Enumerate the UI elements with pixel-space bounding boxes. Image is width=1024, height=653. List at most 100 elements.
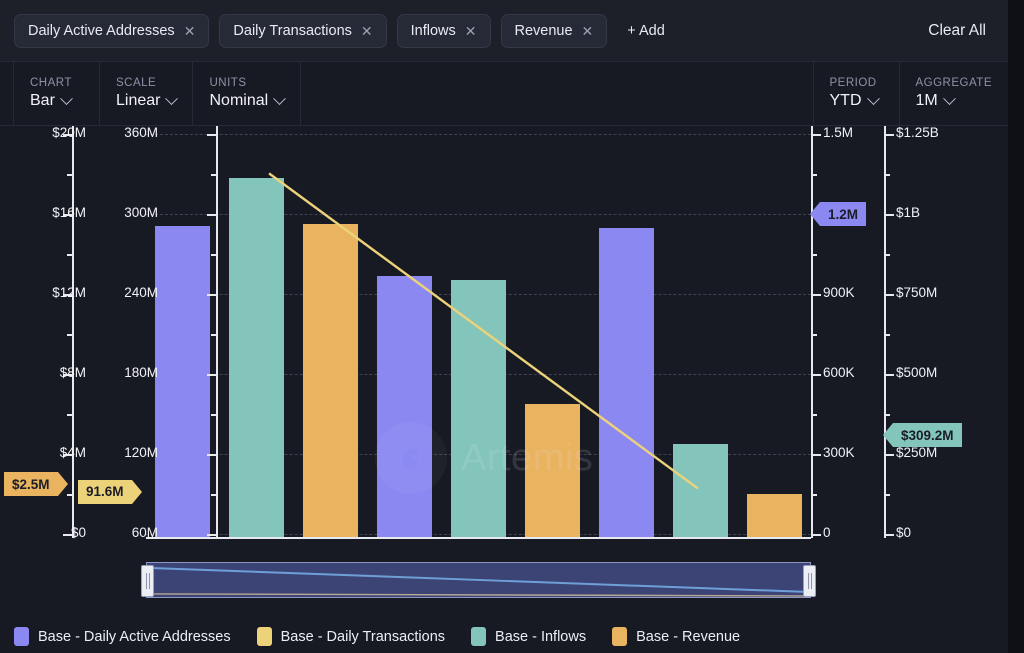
- axis-tick: [812, 374, 821, 376]
- chevron-down-icon: [867, 92, 880, 105]
- close-icon[interactable]: ✕: [582, 24, 594, 38]
- chart-legend: Base - Daily Active Addresses Base - Dail…: [0, 620, 1008, 653]
- legend-item[interactable]: Base - Inflows: [471, 627, 586, 646]
- y-axis-inflows: $1.25B$1B$750M$500M$250M$0: [884, 126, 1008, 538]
- axis-spine: [884, 126, 886, 538]
- metric-chip-bar: Daily Active Addresses ✕ Daily Transacti…: [0, 0, 1008, 62]
- axis-marker-inflows: $309.2M: [893, 423, 962, 447]
- metric-chip-revenue[interactable]: Revenue ✕: [501, 14, 608, 48]
- legend-label: Base - Inflows: [495, 629, 586, 645]
- axis-tick-label: $1B: [896, 205, 920, 220]
- axis-tick: [812, 134, 821, 136]
- chevron-down-icon: [943, 92, 956, 105]
- range-slider-handle-left[interactable]: [141, 565, 154, 597]
- add-metric-button[interactable]: + Add: [619, 23, 673, 39]
- scale-selector[interactable]: SCALE Linear: [100, 62, 193, 125]
- axis-minor-tick: [812, 254, 817, 256]
- axis-tick: [207, 454, 216, 456]
- axis-tick: [885, 214, 894, 216]
- axis-marker-label: $2.5M: [12, 477, 50, 492]
- axis-tick-label: 900K: [823, 285, 855, 300]
- axis-tick: [885, 294, 894, 296]
- metric-chip-daily-active-addresses[interactable]: Daily Active Addresses ✕: [14, 14, 209, 48]
- range-slider[interactable]: [146, 562, 811, 598]
- axis-marker-revenue: $2.5M: [4, 472, 58, 496]
- axis-tick: [885, 534, 894, 536]
- axis-tick: [885, 374, 894, 376]
- aggregate-value-text: 1M: [916, 92, 938, 110]
- axis-spine: [216, 126, 218, 538]
- axis-tick-label: 60M: [132, 525, 158, 540]
- right-gutter: [1008, 0, 1024, 653]
- metric-chip-label: Inflows: [411, 23, 456, 39]
- legend-swatch: [612, 627, 627, 646]
- metric-chip-label: Daily Active Addresses: [28, 23, 175, 39]
- axis-minor-tick: [885, 254, 890, 256]
- axis-tick-label: $0: [896, 525, 911, 540]
- axis-tick-label: 1.5M: [823, 125, 853, 140]
- bar[interactable]: [673, 444, 728, 538]
- range-slider-preview: [147, 563, 810, 599]
- axis-tick-label: $1.25B: [896, 125, 939, 140]
- axis-marker-daily-transactions: 91.6M: [78, 480, 132, 504]
- axis-spine: [811, 126, 813, 538]
- chevron-down-icon: [273, 92, 286, 105]
- legend-item[interactable]: Base - Revenue: [612, 627, 740, 646]
- bar[interactable]: [599, 228, 654, 538]
- metric-chip-label: Daily Transactions: [233, 23, 351, 39]
- close-icon[interactable]: ✕: [361, 24, 373, 38]
- bar[interactable]: [377, 276, 432, 538]
- close-icon[interactable]: ✕: [184, 24, 196, 38]
- units-selector[interactable]: UNITS Nominal: [193, 62, 301, 125]
- axis-tick-label: 600K: [823, 365, 855, 380]
- artemis-watermark-text: Artemis: [461, 437, 593, 480]
- axis-tick-label: 300M: [124, 205, 158, 220]
- axis-tick: [885, 134, 894, 136]
- range-slider-handle-right[interactable]: [803, 565, 816, 597]
- y-axis-daily-transactions: 360M300M240M180M120M60M: [72, 126, 218, 538]
- legend-label: Base - Daily Transactions: [281, 629, 445, 645]
- handle-grip: [146, 573, 147, 589]
- chart-control-bar: CHART Bar SCALE Linear UNITS Nominal PER…: [0, 62, 1008, 126]
- axis-tick-label: 180M: [124, 365, 158, 380]
- scale-value: Linear: [116, 92, 176, 110]
- bar[interactable]: [451, 280, 506, 538]
- scale-label: SCALE: [116, 77, 176, 89]
- clear-all-button[interactable]: Clear All: [928, 22, 994, 40]
- metric-chip-inflows[interactable]: Inflows ✕: [397, 14, 491, 48]
- period-selector[interactable]: PERIOD YTD: [814, 62, 900, 125]
- bar[interactable]: [303, 224, 358, 538]
- units-value: Nominal: [209, 92, 284, 110]
- scale-value-text: Linear: [116, 92, 160, 110]
- metric-chip-label: Revenue: [515, 23, 573, 39]
- axis-minor-tick: [812, 334, 817, 336]
- axis-tick-label: 240M: [124, 285, 158, 300]
- chart-type-label: CHART: [30, 77, 83, 89]
- close-icon[interactable]: ✕: [465, 24, 477, 38]
- axis-tick-label: 300K: [823, 445, 855, 460]
- axis-tick: [207, 134, 216, 136]
- axis-minor-tick: [812, 494, 817, 496]
- axis-marker-label: 91.6M: [86, 484, 124, 499]
- axis-minor-tick: [211, 254, 216, 256]
- axis-minor-tick: [812, 174, 817, 176]
- chevron-down-icon: [60, 92, 73, 105]
- axis-tick: [207, 294, 216, 296]
- chart-area: Artemis $20M$16M$12M$8M$4M$0 360M300M240…: [0, 126, 1008, 653]
- chart-page: Daily Active Addresses ✕ Daily Transacti…: [0, 0, 1024, 653]
- axis-tick-label: $750M: [896, 285, 937, 300]
- legend-item[interactable]: Base - Daily Transactions: [257, 627, 445, 646]
- bar[interactable]: [747, 494, 802, 538]
- axis-minor-tick: [885, 414, 890, 416]
- chart-type-selector[interactable]: CHART Bar: [14, 62, 100, 125]
- metric-chip-daily-transactions[interactable]: Daily Transactions ✕: [219, 14, 386, 48]
- axis-marker-daily-active-addresses: 1.2M: [820, 202, 866, 226]
- aggregate-selector[interactable]: AGGREGATE 1M: [900, 62, 1009, 125]
- handle-grip: [149, 573, 150, 589]
- axis-minor-tick: [211, 494, 216, 496]
- legend-item[interactable]: Base - Daily Active Addresses: [14, 627, 231, 646]
- units-label: UNITS: [209, 77, 284, 89]
- period-value: YTD: [830, 92, 883, 110]
- bar[interactable]: [229, 178, 284, 538]
- handle-grip: [808, 573, 809, 589]
